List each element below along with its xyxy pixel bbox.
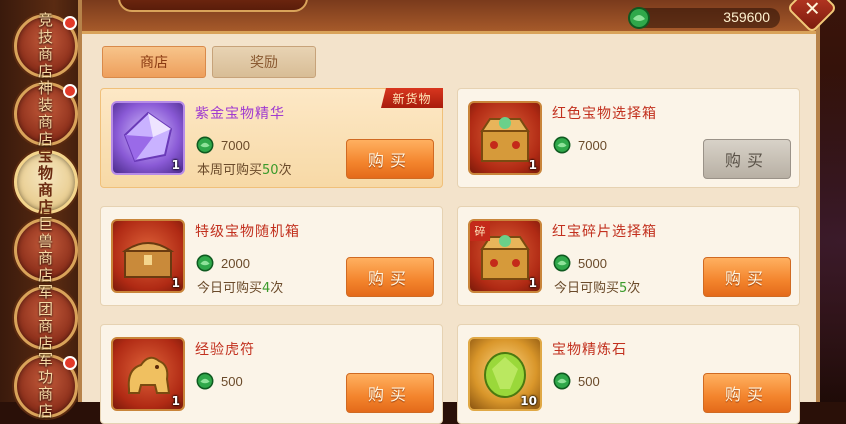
buy-button[interactable]: 购买 bbox=[346, 139, 434, 179]
shop-tab-rail: 竞技商店 神装商店 宝物商店 巨兽商店 军团商店 军功商店 bbox=[0, 0, 90, 420]
limit-suffix: 次 bbox=[627, 281, 641, 296]
item-name: 红宝碎片选择箱 bbox=[552, 224, 657, 240]
jade-currency-icon bbox=[553, 254, 571, 272]
price-value: 500 bbox=[578, 373, 600, 389]
limit-prefix: 本周可购买 bbox=[197, 163, 263, 178]
red-fragment-chest-icon[interactable]: 碎 1 bbox=[468, 219, 542, 293]
jade-currency-icon bbox=[628, 7, 650, 29]
shop-item-card: 1 紫金宝物精华 7000 本周可购买50次 新货物 购买 bbox=[100, 88, 443, 188]
notification-dot bbox=[63, 84, 77, 98]
price-value: 7000 bbox=[578, 137, 607, 153]
shop-item-card: 1 红色宝物选择箱 7000 购买 bbox=[457, 88, 800, 188]
panel-header-bar: 359600 ✕ bbox=[82, 0, 838, 34]
red-treasure-chest-icon[interactable]: 1 bbox=[468, 101, 542, 175]
fragment-tag: 碎 bbox=[470, 221, 490, 241]
item-price: 7000 bbox=[195, 135, 250, 155]
item-price: 500 bbox=[552, 371, 600, 391]
currency-amount: 359600 bbox=[723, 9, 770, 25]
new-item-badge: 新货物 bbox=[381, 88, 443, 108]
rail-tab-label: 军团商店 bbox=[37, 283, 54, 352]
subtab-rewards[interactable]: 奖励 bbox=[212, 46, 316, 78]
buy-button[interactable]: 购买 bbox=[703, 373, 791, 413]
rail-tab-label: 神装商店 bbox=[37, 79, 54, 148]
subtab-shop[interactable]: 商店 bbox=[102, 46, 206, 78]
rail-tab-treasure-shop[interactable]: 宝物商店 bbox=[14, 147, 78, 216]
item-price: 5000 bbox=[552, 253, 607, 273]
rail-tab-equipment-shop[interactable]: 神装商店 bbox=[14, 79, 78, 148]
rail-tab-label: 军功商店 bbox=[37, 351, 54, 420]
rail-tab-merit-shop[interactable]: 军功商店 bbox=[14, 351, 78, 420]
jade-currency-icon bbox=[553, 136, 571, 154]
item-quantity: 1 bbox=[171, 394, 180, 408]
item-name: 宝物精炼石 bbox=[552, 342, 627, 358]
notification-dot bbox=[63, 356, 77, 370]
shop-item-card: 1 经验虎符 500 购买 bbox=[100, 324, 443, 424]
jade-currency-icon bbox=[553, 372, 571, 390]
limit-prefix: 今日可购买 bbox=[554, 281, 620, 296]
close-icon: ✕ bbox=[803, 0, 821, 20]
purple-crystal-icon[interactable]: 1 bbox=[111, 101, 185, 175]
item-price: 2000 bbox=[195, 253, 250, 273]
item-quantity: 1 bbox=[528, 276, 537, 290]
purchase-limit: 今日可购买5次 bbox=[554, 277, 640, 296]
purchase-limit: 今日可购买4次 bbox=[197, 277, 283, 296]
item-name: 经验虎符 bbox=[195, 342, 255, 358]
purchase-limit: 本周可购买50次 bbox=[197, 159, 292, 178]
rail-tab-beast-shop[interactable]: 巨兽商店 bbox=[14, 215, 78, 284]
rail-tab-legion-shop[interactable]: 军团商店 bbox=[14, 283, 78, 352]
jade-currency-icon bbox=[196, 254, 214, 272]
notification-dot bbox=[63, 16, 77, 30]
item-quantity: 10 bbox=[520, 394, 537, 408]
price-value: 7000 bbox=[221, 137, 250, 153]
gold-chest-icon[interactable]: 1 bbox=[111, 219, 185, 293]
rail-tab-arena-shop[interactable]: 竞技商店 bbox=[14, 11, 78, 80]
green-refining-stone-icon[interactable]: 10 bbox=[468, 337, 542, 411]
item-quantity: 1 bbox=[171, 158, 180, 172]
rail-tab-label: 宝物商店 bbox=[37, 147, 54, 216]
price-value: 2000 bbox=[221, 255, 250, 271]
rail-tab-label: 竞技商店 bbox=[37, 11, 54, 80]
sub-tab-bar: 商店 奖励 bbox=[102, 46, 316, 78]
item-name: 红色宝物选择箱 bbox=[552, 106, 657, 122]
shop-panel: 359600 ✕ 商店 奖励 1 紫金宝物精华 7000 本周可购买50次 新货… bbox=[78, 0, 838, 424]
buy-button[interactable]: 购买 bbox=[346, 373, 434, 413]
shop-item-card: 1 特级宝物随机箱 2000 今日可购买4次 购买 bbox=[100, 206, 443, 306]
limit-suffix: 次 bbox=[270, 281, 284, 296]
shop-item-card: 10 宝物精炼石 500 购买 bbox=[457, 324, 800, 424]
jade-currency-icon bbox=[196, 136, 214, 154]
subtab-label: 商店 bbox=[140, 55, 168, 71]
shop-item-card: 碎 1 红宝碎片选择箱 5000 今日可购买5次 购买 bbox=[457, 206, 800, 306]
buy-button[interactable]: 购买 bbox=[346, 257, 434, 297]
item-name: 紫金宝物精华 bbox=[195, 106, 285, 122]
tiger-tally-icon[interactable]: 1 bbox=[111, 337, 185, 411]
subtab-label: 奖励 bbox=[250, 55, 278, 71]
item-grid: 1 紫金宝物精华 7000 本周可购买50次 新货物 购买 1 红色宝物选择箱 … bbox=[100, 88, 804, 424]
rail-tab-label: 巨兽商店 bbox=[37, 215, 54, 284]
limit-suffix: 次 bbox=[278, 163, 292, 178]
buy-button[interactable]: 购买 bbox=[703, 139, 791, 179]
item-price: 500 bbox=[195, 371, 243, 391]
item-price: 7000 bbox=[552, 135, 607, 155]
limit-count: 50 bbox=[262, 163, 279, 178]
price-value: 5000 bbox=[578, 255, 607, 271]
buy-button[interactable]: 购买 bbox=[703, 257, 791, 297]
item-quantity: 1 bbox=[528, 158, 537, 172]
jade-currency-icon bbox=[196, 372, 214, 390]
item-quantity: 1 bbox=[171, 276, 180, 290]
item-name: 特级宝物随机箱 bbox=[195, 224, 300, 240]
currency-display: 359600 bbox=[628, 7, 780, 29]
title-plaque bbox=[118, 0, 308, 12]
price-value: 500 bbox=[221, 373, 243, 389]
limit-prefix: 今日可购买 bbox=[197, 281, 263, 296]
